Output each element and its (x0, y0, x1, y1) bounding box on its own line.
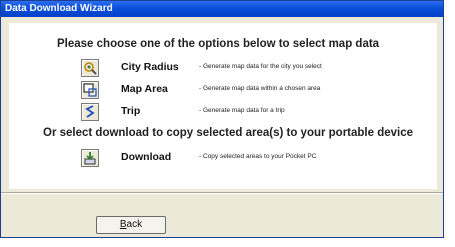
city-radius-button[interactable] (81, 59, 99, 77)
option-city-radius: City Radius - Generate map data for the … (9, 59, 437, 79)
download-button[interactable] (81, 149, 99, 167)
options-heading: Please choose one of the options below t… (57, 38, 380, 50)
back-button-label: ack (126, 219, 143, 230)
wizard-window: Data Download Wizard Please choose one o… (0, 0, 444, 238)
trip-description: - Generate map data for a trip (199, 107, 285, 114)
options-panel: Please choose one of the options below t… (9, 23, 437, 189)
option-download: Download - Copy selected areas to your P… (9, 149, 437, 169)
map-area-label[interactable]: Map Area (121, 83, 168, 95)
map-area-icon (83, 83, 97, 97)
option-trip: Trip - Generate map data for a trip (9, 103, 437, 123)
option-map-area: Map Area - Generate map data within a ch… (9, 81, 437, 101)
footer-separator (1, 192, 443, 194)
trip-icon (85, 105, 95, 118)
download-label[interactable]: Download (121, 151, 171, 163)
trip-label[interactable]: Trip (121, 105, 140, 117)
back-button-accelerator: B (119, 219, 127, 230)
city-radius-description: - Generate map data for the city you sel… (199, 63, 322, 70)
trip-button[interactable] (81, 103, 99, 121)
map-area-description: - Generate map data within a chosen area (199, 85, 321, 92)
map-area-button[interactable] (81, 81, 99, 99)
city-radius-label[interactable]: City Radius (121, 61, 179, 73)
window-title: Data Download Wizard (5, 3, 113, 14)
city-radius-icon (84, 62, 97, 75)
back-button[interactable]: Back (96, 216, 166, 234)
download-icon (84, 152, 96, 165)
download-description: - Copy selected areas to your Pocket PC (199, 153, 317, 160)
window-titlebar: Data Download Wizard (1, 1, 443, 17)
download-heading: Or select download to copy selected area… (43, 127, 414, 139)
